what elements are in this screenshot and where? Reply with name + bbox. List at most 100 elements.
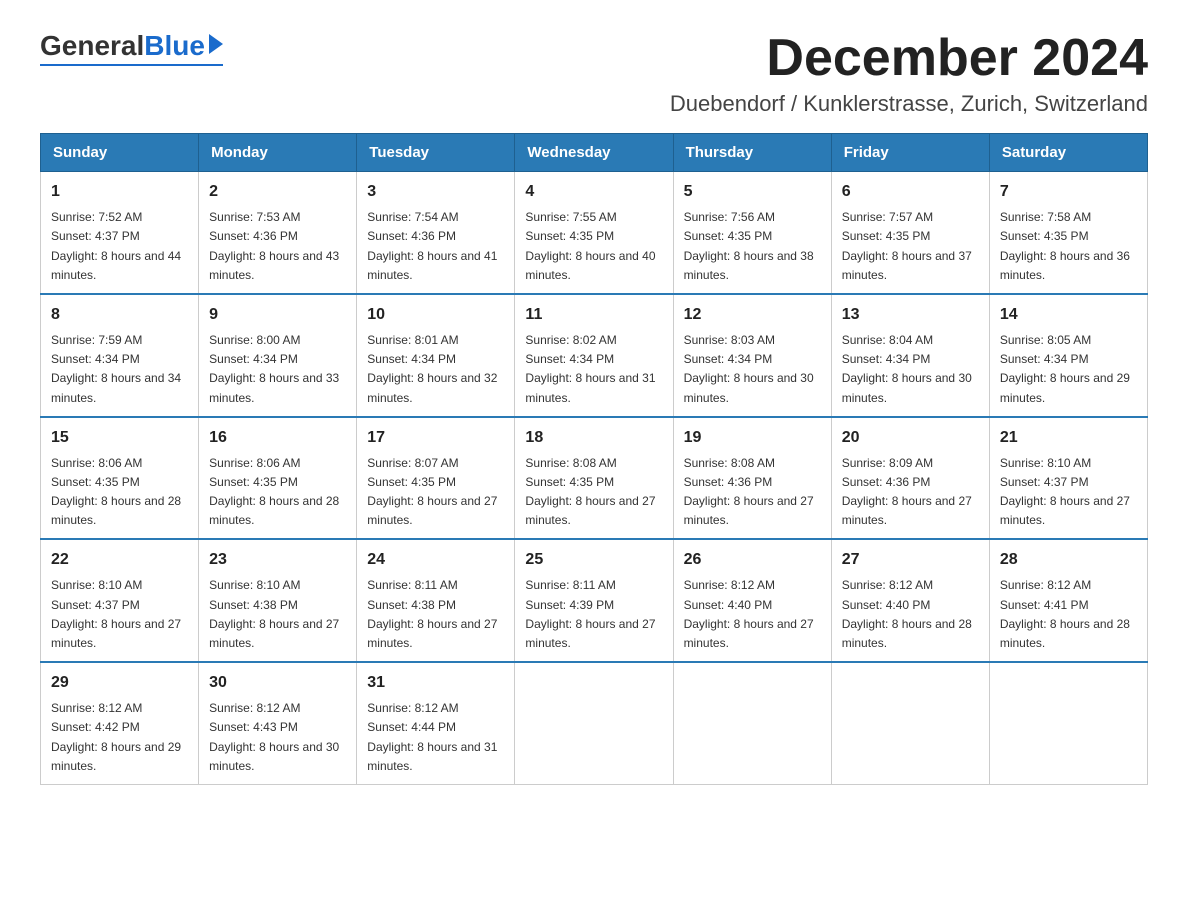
- day-info: Sunrise: 8:11 AMSunset: 4:39 PMDaylight:…: [525, 576, 662, 653]
- calendar-cell: [673, 662, 831, 784]
- day-number: 11: [525, 303, 662, 327]
- calendar-cell: [515, 662, 673, 784]
- day-info: Sunrise: 8:05 AMSunset: 4:34 PMDaylight:…: [1000, 331, 1137, 408]
- calendar-cell: 18 Sunrise: 8:08 AMSunset: 4:35 PMDaylig…: [515, 417, 673, 540]
- day-info: Sunrise: 7:52 AMSunset: 4:37 PMDaylight:…: [51, 208, 188, 285]
- logo-general-text: General: [40, 30, 144, 62]
- logo-text: General Blue: [40, 30, 223, 62]
- day-info: Sunrise: 8:12 AMSunset: 4:44 PMDaylight:…: [367, 699, 504, 776]
- calendar-cell: 12 Sunrise: 8:03 AMSunset: 4:34 PMDaylig…: [673, 294, 831, 417]
- calendar-cell: 13 Sunrise: 8:04 AMSunset: 4:34 PMDaylig…: [831, 294, 989, 417]
- calendar-cell: 11 Sunrise: 8:02 AMSunset: 4:34 PMDaylig…: [515, 294, 673, 417]
- logo-blue-text: Blue: [144, 30, 205, 62]
- calendar-week-row: 15 Sunrise: 8:06 AMSunset: 4:35 PMDaylig…: [41, 417, 1148, 540]
- calendar-cell: 23 Sunrise: 8:10 AMSunset: 4:38 PMDaylig…: [199, 539, 357, 662]
- logo: General Blue: [40, 30, 223, 66]
- day-info: Sunrise: 8:12 AMSunset: 4:41 PMDaylight:…: [1000, 576, 1137, 653]
- day-info: Sunrise: 7:58 AMSunset: 4:35 PMDaylight:…: [1000, 208, 1137, 285]
- day-number: 20: [842, 426, 979, 450]
- day-number: 18: [525, 426, 662, 450]
- day-info: Sunrise: 8:00 AMSunset: 4:34 PMDaylight:…: [209, 331, 346, 408]
- calendar-cell: 14 Sunrise: 8:05 AMSunset: 4:34 PMDaylig…: [989, 294, 1147, 417]
- day-number: 12: [684, 303, 821, 327]
- day-info: Sunrise: 7:54 AMSunset: 4:36 PMDaylight:…: [367, 208, 504, 285]
- day-number: 15: [51, 426, 188, 450]
- day-of-week-header: Friday: [831, 134, 989, 172]
- day-info: Sunrise: 8:06 AMSunset: 4:35 PMDaylight:…: [51, 454, 188, 531]
- day-of-week-header: Tuesday: [357, 134, 515, 172]
- day-number: 19: [684, 426, 821, 450]
- calendar-cell: 16 Sunrise: 8:06 AMSunset: 4:35 PMDaylig…: [199, 417, 357, 540]
- title-block: December 2024 Duebendorf / Kunklerstrass…: [670, 30, 1148, 117]
- day-info: Sunrise: 8:07 AMSunset: 4:35 PMDaylight:…: [367, 454, 504, 531]
- day-number: 4: [525, 180, 662, 204]
- calendar-header: SundayMondayTuesdayWednesdayThursdayFrid…: [41, 134, 1148, 172]
- page-title: December 2024: [670, 30, 1148, 87]
- calendar-cell: 9 Sunrise: 8:00 AMSunset: 4:34 PMDayligh…: [199, 294, 357, 417]
- calendar-cell: 27 Sunrise: 8:12 AMSunset: 4:40 PMDaylig…: [831, 539, 989, 662]
- day-info: Sunrise: 7:53 AMSunset: 4:36 PMDaylight:…: [209, 208, 346, 285]
- day-number: 1: [51, 180, 188, 204]
- calendar-body: 1 Sunrise: 7:52 AMSunset: 4:37 PMDayligh…: [41, 172, 1148, 785]
- calendar-cell: 28 Sunrise: 8:12 AMSunset: 4:41 PMDaylig…: [989, 539, 1147, 662]
- day-number: 7: [1000, 180, 1137, 204]
- day-info: Sunrise: 8:08 AMSunset: 4:35 PMDaylight:…: [525, 454, 662, 531]
- calendar-cell: 17 Sunrise: 8:07 AMSunset: 4:35 PMDaylig…: [357, 417, 515, 540]
- day-of-week-header: Sunday: [41, 134, 199, 172]
- day-number: 28: [1000, 548, 1137, 572]
- day-number: 9: [209, 303, 346, 327]
- day-info: Sunrise: 8:02 AMSunset: 4:34 PMDaylight:…: [525, 331, 662, 408]
- logo-underline: [40, 64, 223, 66]
- day-info: Sunrise: 8:04 AMSunset: 4:34 PMDaylight:…: [842, 331, 979, 408]
- day-info: Sunrise: 8:10 AMSunset: 4:37 PMDaylight:…: [1000, 454, 1137, 531]
- calendar-cell: 30 Sunrise: 8:12 AMSunset: 4:43 PMDaylig…: [199, 662, 357, 784]
- day-number: 30: [209, 671, 346, 695]
- calendar-cell: 2 Sunrise: 7:53 AMSunset: 4:36 PMDayligh…: [199, 172, 357, 294]
- calendar-week-row: 1 Sunrise: 7:52 AMSunset: 4:37 PMDayligh…: [41, 172, 1148, 294]
- day-number: 25: [525, 548, 662, 572]
- day-number: 31: [367, 671, 504, 695]
- day-info: Sunrise: 8:10 AMSunset: 4:37 PMDaylight:…: [51, 576, 188, 653]
- day-number: 27: [842, 548, 979, 572]
- day-info: Sunrise: 8:06 AMSunset: 4:35 PMDaylight:…: [209, 454, 346, 531]
- day-number: 17: [367, 426, 504, 450]
- calendar-cell: 5 Sunrise: 7:56 AMSunset: 4:35 PMDayligh…: [673, 172, 831, 294]
- page-subtitle: Duebendorf / Kunklerstrasse, Zurich, Swi…: [670, 91, 1148, 117]
- day-of-week-header: Monday: [199, 134, 357, 172]
- day-of-week-header: Thursday: [673, 134, 831, 172]
- day-info: Sunrise: 8:03 AMSunset: 4:34 PMDaylight:…: [684, 331, 821, 408]
- calendar-cell: 8 Sunrise: 7:59 AMSunset: 4:34 PMDayligh…: [41, 294, 199, 417]
- calendar-cell: 7 Sunrise: 7:58 AMSunset: 4:35 PMDayligh…: [989, 172, 1147, 294]
- calendar-week-row: 29 Sunrise: 8:12 AMSunset: 4:42 PMDaylig…: [41, 662, 1148, 784]
- day-info: Sunrise: 7:59 AMSunset: 4:34 PMDaylight:…: [51, 331, 188, 408]
- logo-arrow-icon: [209, 34, 223, 54]
- day-number: 3: [367, 180, 504, 204]
- day-info: Sunrise: 8:09 AMSunset: 4:36 PMDaylight:…: [842, 454, 979, 531]
- day-number: 5: [684, 180, 821, 204]
- calendar-cell: [989, 662, 1147, 784]
- calendar-week-row: 8 Sunrise: 7:59 AMSunset: 4:34 PMDayligh…: [41, 294, 1148, 417]
- day-number: 24: [367, 548, 504, 572]
- day-number: 10: [367, 303, 504, 327]
- day-info: Sunrise: 8:08 AMSunset: 4:36 PMDaylight:…: [684, 454, 821, 531]
- calendar-cell: 3 Sunrise: 7:54 AMSunset: 4:36 PMDayligh…: [357, 172, 515, 294]
- day-number: 29: [51, 671, 188, 695]
- calendar-cell: 19 Sunrise: 8:08 AMSunset: 4:36 PMDaylig…: [673, 417, 831, 540]
- calendar-cell: 29 Sunrise: 8:12 AMSunset: 4:42 PMDaylig…: [41, 662, 199, 784]
- calendar-cell: 24 Sunrise: 8:11 AMSunset: 4:38 PMDaylig…: [357, 539, 515, 662]
- day-of-week-header: Wednesday: [515, 134, 673, 172]
- day-number: 26: [684, 548, 821, 572]
- day-info: Sunrise: 7:55 AMSunset: 4:35 PMDaylight:…: [525, 208, 662, 285]
- calendar-cell: 25 Sunrise: 8:11 AMSunset: 4:39 PMDaylig…: [515, 539, 673, 662]
- day-number: 8: [51, 303, 188, 327]
- calendar-week-row: 22 Sunrise: 8:10 AMSunset: 4:37 PMDaylig…: [41, 539, 1148, 662]
- days-of-week-row: SundayMondayTuesdayWednesdayThursdayFrid…: [41, 134, 1148, 172]
- day-of-week-header: Saturday: [989, 134, 1147, 172]
- day-number: 14: [1000, 303, 1137, 327]
- day-info: Sunrise: 8:12 AMSunset: 4:42 PMDaylight:…: [51, 699, 188, 776]
- calendar-cell: [831, 662, 989, 784]
- calendar-cell: 6 Sunrise: 7:57 AMSunset: 4:35 PMDayligh…: [831, 172, 989, 294]
- calendar-cell: 15 Sunrise: 8:06 AMSunset: 4:35 PMDaylig…: [41, 417, 199, 540]
- day-info: Sunrise: 7:57 AMSunset: 4:35 PMDaylight:…: [842, 208, 979, 285]
- calendar-cell: 21 Sunrise: 8:10 AMSunset: 4:37 PMDaylig…: [989, 417, 1147, 540]
